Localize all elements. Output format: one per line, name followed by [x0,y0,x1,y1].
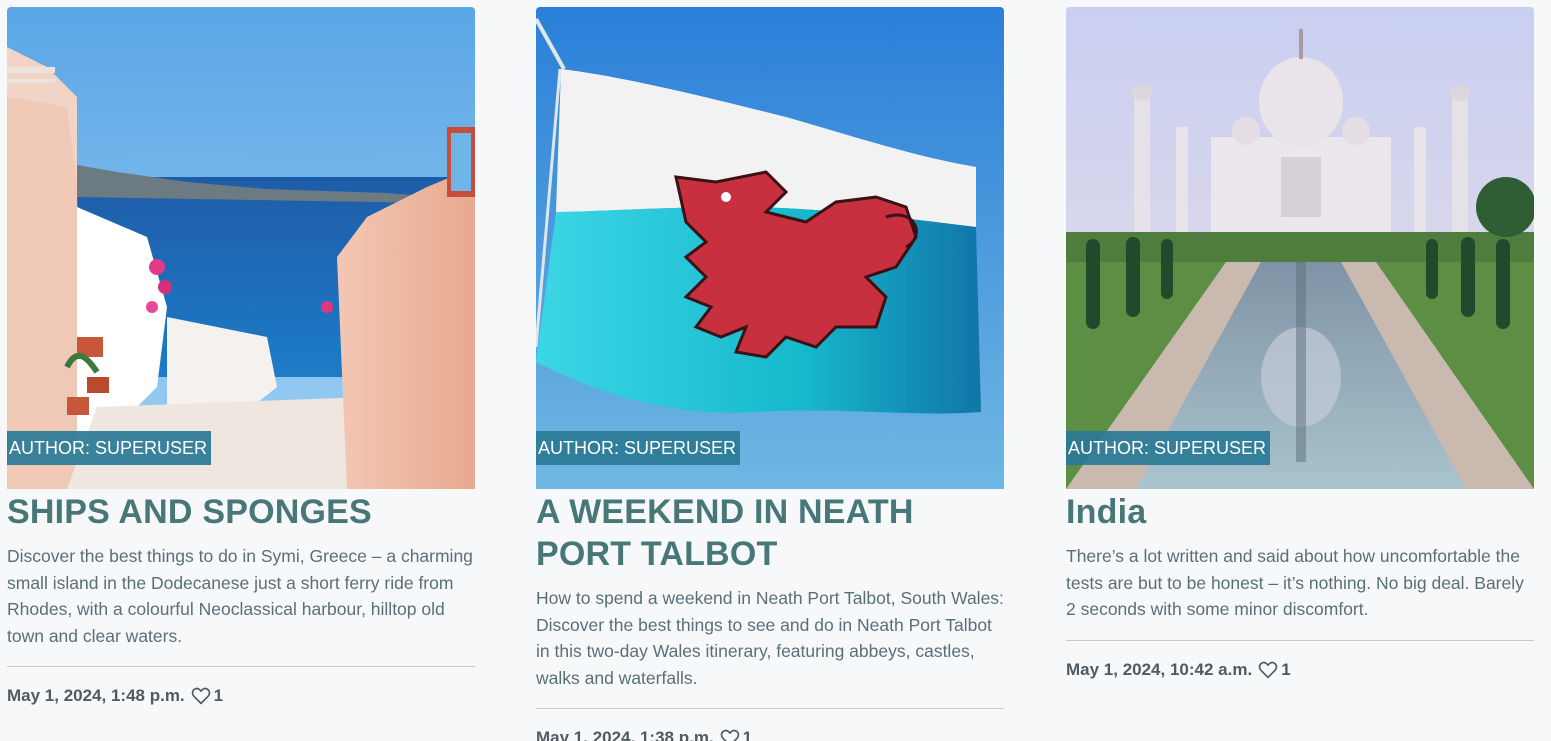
post-excerpt: There’s a lot written and said about how… [1066,546,1524,619]
divider [536,708,1004,709]
post-grid: AUTHOR: SUPERUSER SHIPS AND SPONGES Disc… [0,0,1551,741]
taj-mahal-photo [1066,7,1534,489]
post-card[interactable]: AUTHOR: SUPERUSER India There’s a lot wr… [1066,7,1534,681]
author-badge: AUTHOR: SUPERUSER [7,431,212,465]
post-meta: May 1, 2024, 10:42 a.m. 1 [1066,659,1534,681]
heart-outline-icon[interactable] [1258,661,1278,679]
post-date: May 1, 2024, 1:48 p.m. [7,686,185,705]
author-badge: AUTHOR: SUPERUSER [1066,431,1271,465]
heart-outline-icon[interactable] [720,729,740,741]
divider [7,666,475,667]
like-count: 1 [213,686,224,705]
post-meta: May 1, 2024, 1:38 p.m. 1 [536,727,1004,741]
heart-outline-icon[interactable] [191,687,211,705]
author-badge: AUTHOR: SUPERUSER [536,431,741,465]
post-meta: May 1, 2024, 1:48 p.m. 1 [7,685,475,707]
post-excerpt: How to spend a weekend in Neath Port Tal… [536,588,1004,688]
like-count: 1 [742,728,753,741]
post-date: May 1, 2024, 1:38 p.m. [536,728,714,741]
post-card[interactable]: AUTHOR: SUPERUSER A WEEKEND IN NEATH POR… [536,7,1004,741]
post-title[interactable]: SHIPS AND SPONGES [7,491,475,533]
like-count: 1 [1281,659,1291,679]
post-image[interactable]: AUTHOR: SUPERUSER [7,7,475,489]
greek-island-stairs-photo [7,7,475,489]
post-card[interactable]: AUTHOR: SUPERUSER SHIPS AND SPONGES Disc… [7,7,475,707]
post-title[interactable]: India [1066,491,1534,533]
welsh-flag-photo [536,7,1004,489]
divider [1066,639,1534,641]
post-image[interactable]: AUTHOR: SUPERUSER [536,7,1004,489]
post-date: May 1, 2024, 10:42 a.m. [1066,659,1253,679]
post-image[interactable]: AUTHOR: SUPERUSER [1066,7,1534,489]
post-excerpt: Discover the best things to do in Symi, … [7,546,473,646]
post-title[interactable]: A WEEKEND IN NEATH PORT TALBOT [536,491,1004,575]
